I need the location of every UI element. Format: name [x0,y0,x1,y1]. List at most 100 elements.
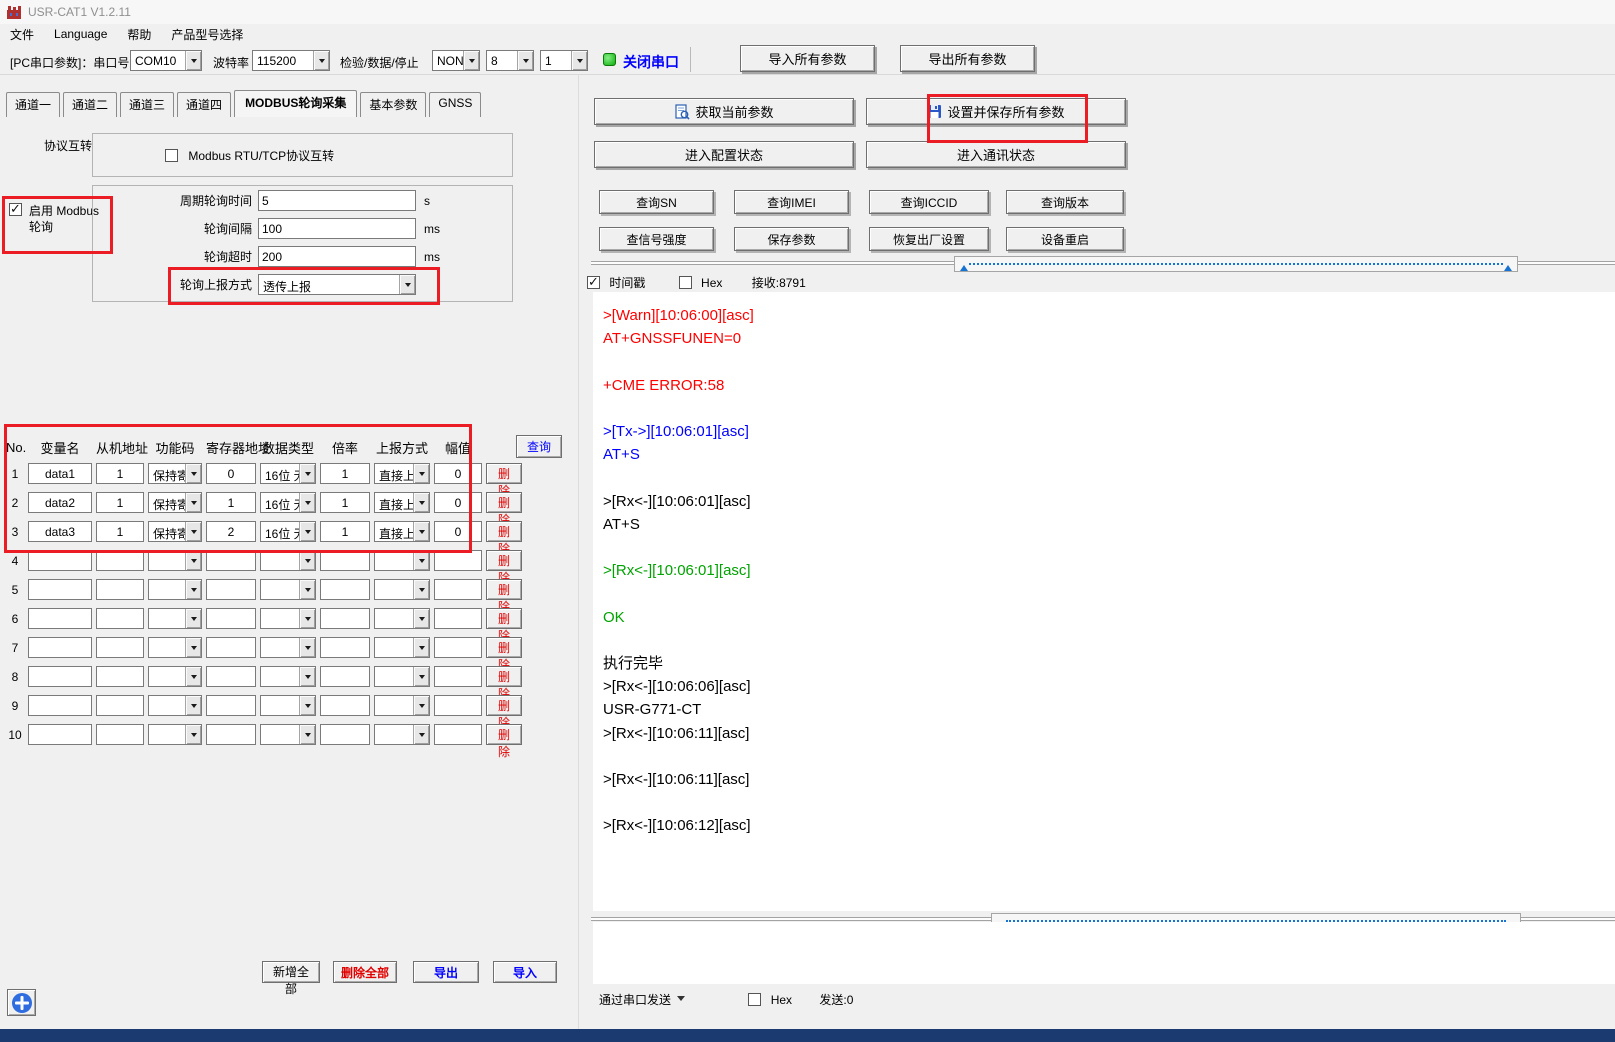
menu-language[interactable]: Language [44,25,117,43]
row-7-amp-input[interactable] [434,637,482,658]
factory-reset-button[interactable]: 恢复出厂设置 [869,227,989,251]
row-3-reg-input[interactable] [206,521,256,542]
poll-interval-input[interactable] [258,218,416,239]
chevron-down-icon[interactable] [413,493,429,512]
row-4-amp-input[interactable] [434,550,482,571]
row-5-slave-input[interactable] [96,579,144,600]
row-1-func-select[interactable]: 保持寄存器 [148,463,202,484]
row-10-delete-button[interactable]: 删除 [486,724,522,745]
row-4-delete-button[interactable]: 删除 [486,550,522,571]
chevron-down-icon[interactable] [299,609,315,628]
row-1-slave-input[interactable] [96,463,144,484]
chevron-down-icon[interactable] [313,51,329,70]
chevron-down-icon[interactable] [413,580,429,599]
row-4-func-select[interactable] [148,550,202,571]
close-port-button[interactable]: 关闭串口 [623,52,679,72]
modbus-rtu-tcp-checkbox[interactable] [165,149,178,162]
add-row-button[interactable] [7,989,36,1016]
menu-help[interactable]: 帮助 [117,24,161,45]
chevron-down-icon[interactable] [413,609,429,628]
row-7-delete-button[interactable]: 删除 [486,637,522,658]
query-iccid-button[interactable]: 查询ICCID [869,190,989,214]
trackbar-marker-icon[interactable] [1504,261,1512,271]
row-1-delete-button[interactable]: 删除 [486,463,522,484]
row-2-name-input[interactable] [28,492,92,513]
row-5-delete-button[interactable]: 删除 [486,579,522,600]
row-6-amp-input[interactable] [434,608,482,629]
row-10-func-select[interactable] [148,724,202,745]
query-imei-button[interactable]: 查询IMEI [734,190,849,214]
row-9-func-select[interactable] [148,695,202,716]
row-8-func-select[interactable] [148,666,202,687]
stopbits-select[interactable]: 1 [540,50,588,71]
tab-gnss[interactable]: GNSS [429,92,481,117]
parity-select[interactable]: NONI [432,50,480,71]
row-10-amp-input[interactable] [434,724,482,745]
chevron-down-icon[interactable] [571,51,587,70]
chevron-down-icon[interactable] [185,493,201,512]
chevron-down-icon[interactable] [185,522,201,541]
row-2-slave-input[interactable] [96,492,144,513]
row-8-slave-input[interactable] [96,666,144,687]
menu-file[interactable]: 文件 [0,24,44,45]
tab-basic-params[interactable]: 基本参数 [360,92,426,117]
row-10-slave-input[interactable] [96,724,144,745]
enter-comm-mode-button[interactable]: 进入通讯状态 [866,141,1126,168]
query-button[interactable]: 查询 [516,435,562,458]
chevron-down-icon[interactable] [413,667,429,686]
row-8-delete-button[interactable]: 删除 [486,666,522,687]
row-10-name-input[interactable] [28,724,92,745]
row-9-type-select[interactable] [260,695,316,716]
row-7-reg-input[interactable] [206,637,256,658]
row-7-report-select[interactable] [374,637,430,658]
row-7-slave-input[interactable] [96,637,144,658]
row-8-rate-input[interactable] [320,666,370,687]
chevron-down-icon[interactable] [413,551,429,570]
row-5-amp-input[interactable] [434,579,482,600]
row-1-reg-input[interactable] [206,463,256,484]
tab-channel-4[interactable]: 通道四 [177,92,231,117]
row-5-rate-input[interactable] [320,579,370,600]
row-3-delete-button[interactable]: 删除 [486,521,522,542]
send-via-serial-dropdown[interactable]: 通过串口发送 [599,993,688,1007]
save-params-button[interactable]: 保存参数 [734,227,849,251]
set-save-all-params-button[interactable]: 设置并保存所有参数 [866,98,1126,125]
add-all-button[interactable]: 新增全部 [262,961,320,983]
query-signal-button[interactable]: 查信号强度 [599,227,714,251]
timestamp-checkbox[interactable] [587,276,600,289]
row-6-type-select[interactable] [260,608,316,629]
row-4-rate-input[interactable] [320,550,370,571]
row-1-amp-input[interactable] [434,463,482,484]
row-8-name-input[interactable] [28,666,92,687]
row-3-report-select[interactable]: 直接上报 [374,521,430,542]
tab-channel-1[interactable]: 通道一 [6,92,60,117]
device-restart-button[interactable]: 设备重启 [1006,227,1124,251]
row-2-rate-input[interactable] [320,492,370,513]
row-10-rate-input[interactable] [320,724,370,745]
row-3-func-select[interactable]: 保持寄存器 [148,521,202,542]
send-input-area[interactable] [593,922,1615,984]
baud-select[interactable]: 115200 [252,50,330,71]
chevron-down-icon[interactable] [185,464,201,483]
report-mode-select[interactable]: 透传上报 [258,274,416,295]
chevron-down-icon[interactable] [185,696,201,715]
com-port-select[interactable]: COM10 [130,50,202,71]
chevron-down-icon[interactable] [517,51,533,70]
tab-channel-2[interactable]: 通道二 [63,92,117,117]
row-8-type-select[interactable] [260,666,316,687]
row-9-slave-input[interactable] [96,695,144,716]
import-button[interactable]: 导入 [493,961,557,983]
chevron-down-icon[interactable] [185,667,201,686]
chevron-down-icon[interactable] [185,551,201,570]
chevron-down-icon[interactable] [413,696,429,715]
row-4-report-select[interactable] [374,550,430,571]
row-5-func-select[interactable] [148,579,202,600]
row-3-name-input[interactable] [28,521,92,542]
row-9-rate-input[interactable] [320,695,370,716]
export-all-params-button[interactable]: 导出所有参数 [900,45,1035,72]
row-4-slave-input[interactable] [96,550,144,571]
log-trackbar[interactable] [954,256,1518,272]
query-version-button[interactable]: 查询版本 [1006,190,1124,214]
delete-all-button[interactable]: 删除全部 [333,961,397,983]
row-1-rate-input[interactable] [320,463,370,484]
